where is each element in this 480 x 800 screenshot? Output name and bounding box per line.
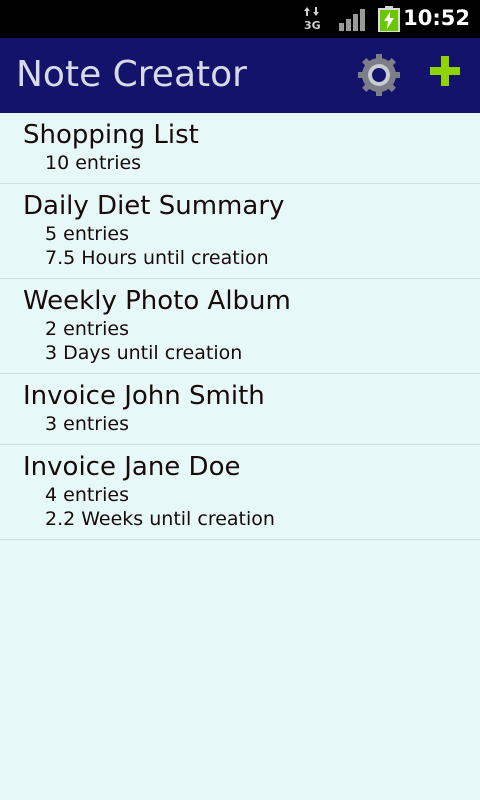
list-item[interactable]: Invoice John Smith 3 entries bbox=[0, 374, 480, 445]
note-title: Invoice Jane Doe bbox=[23, 452, 241, 482]
note-entries: 4 entries bbox=[45, 484, 129, 506]
action-bar: Note Creator bbox=[0, 38, 480, 113]
note-schedule: 3 Days until creation bbox=[45, 342, 243, 364]
note-schedule: 2.2 Weeks until creation bbox=[45, 508, 275, 530]
list-item[interactable]: Weekly Photo Album 2 entries 3 Days unti… bbox=[0, 279, 480, 374]
gear-icon[interactable] bbox=[357, 53, 401, 97]
list-item[interactable]: Shopping List 10 entries bbox=[0, 113, 480, 184]
network-type-label: 3G bbox=[304, 19, 321, 31]
note-entries: 3 entries bbox=[45, 413, 129, 435]
note-title: Daily Diet Summary bbox=[23, 191, 285, 221]
status-bar: 3G 10:52 bbox=[0, 0, 480, 38]
note-list: Shopping List 10 entries Daily Diet Summ… bbox=[0, 113, 480, 540]
note-title: Invoice John Smith bbox=[23, 381, 265, 411]
note-entries: 10 entries bbox=[45, 152, 142, 174]
plus-icon[interactable] bbox=[424, 50, 466, 92]
note-title: Shopping List bbox=[23, 120, 199, 150]
note-entries: 5 entries bbox=[45, 223, 129, 245]
battery-charging-icon bbox=[378, 6, 400, 32]
signal-icon bbox=[339, 9, 365, 31]
list-item[interactable]: Daily Diet Summary 5 entries 7.5 Hours u… bbox=[0, 184, 480, 279]
note-schedule: 7.5 Hours until creation bbox=[45, 247, 269, 269]
list-item[interactable]: Invoice Jane Doe 4 entries 2.2 Weeks unt… bbox=[0, 445, 480, 540]
note-entries: 2 entries bbox=[45, 318, 129, 340]
note-title: Weekly Photo Album bbox=[23, 286, 291, 316]
clock: 10:52 bbox=[403, 6, 470, 30]
app-title: Note Creator bbox=[16, 54, 247, 95]
data-activity-icon: 3G bbox=[304, 7, 321, 31]
